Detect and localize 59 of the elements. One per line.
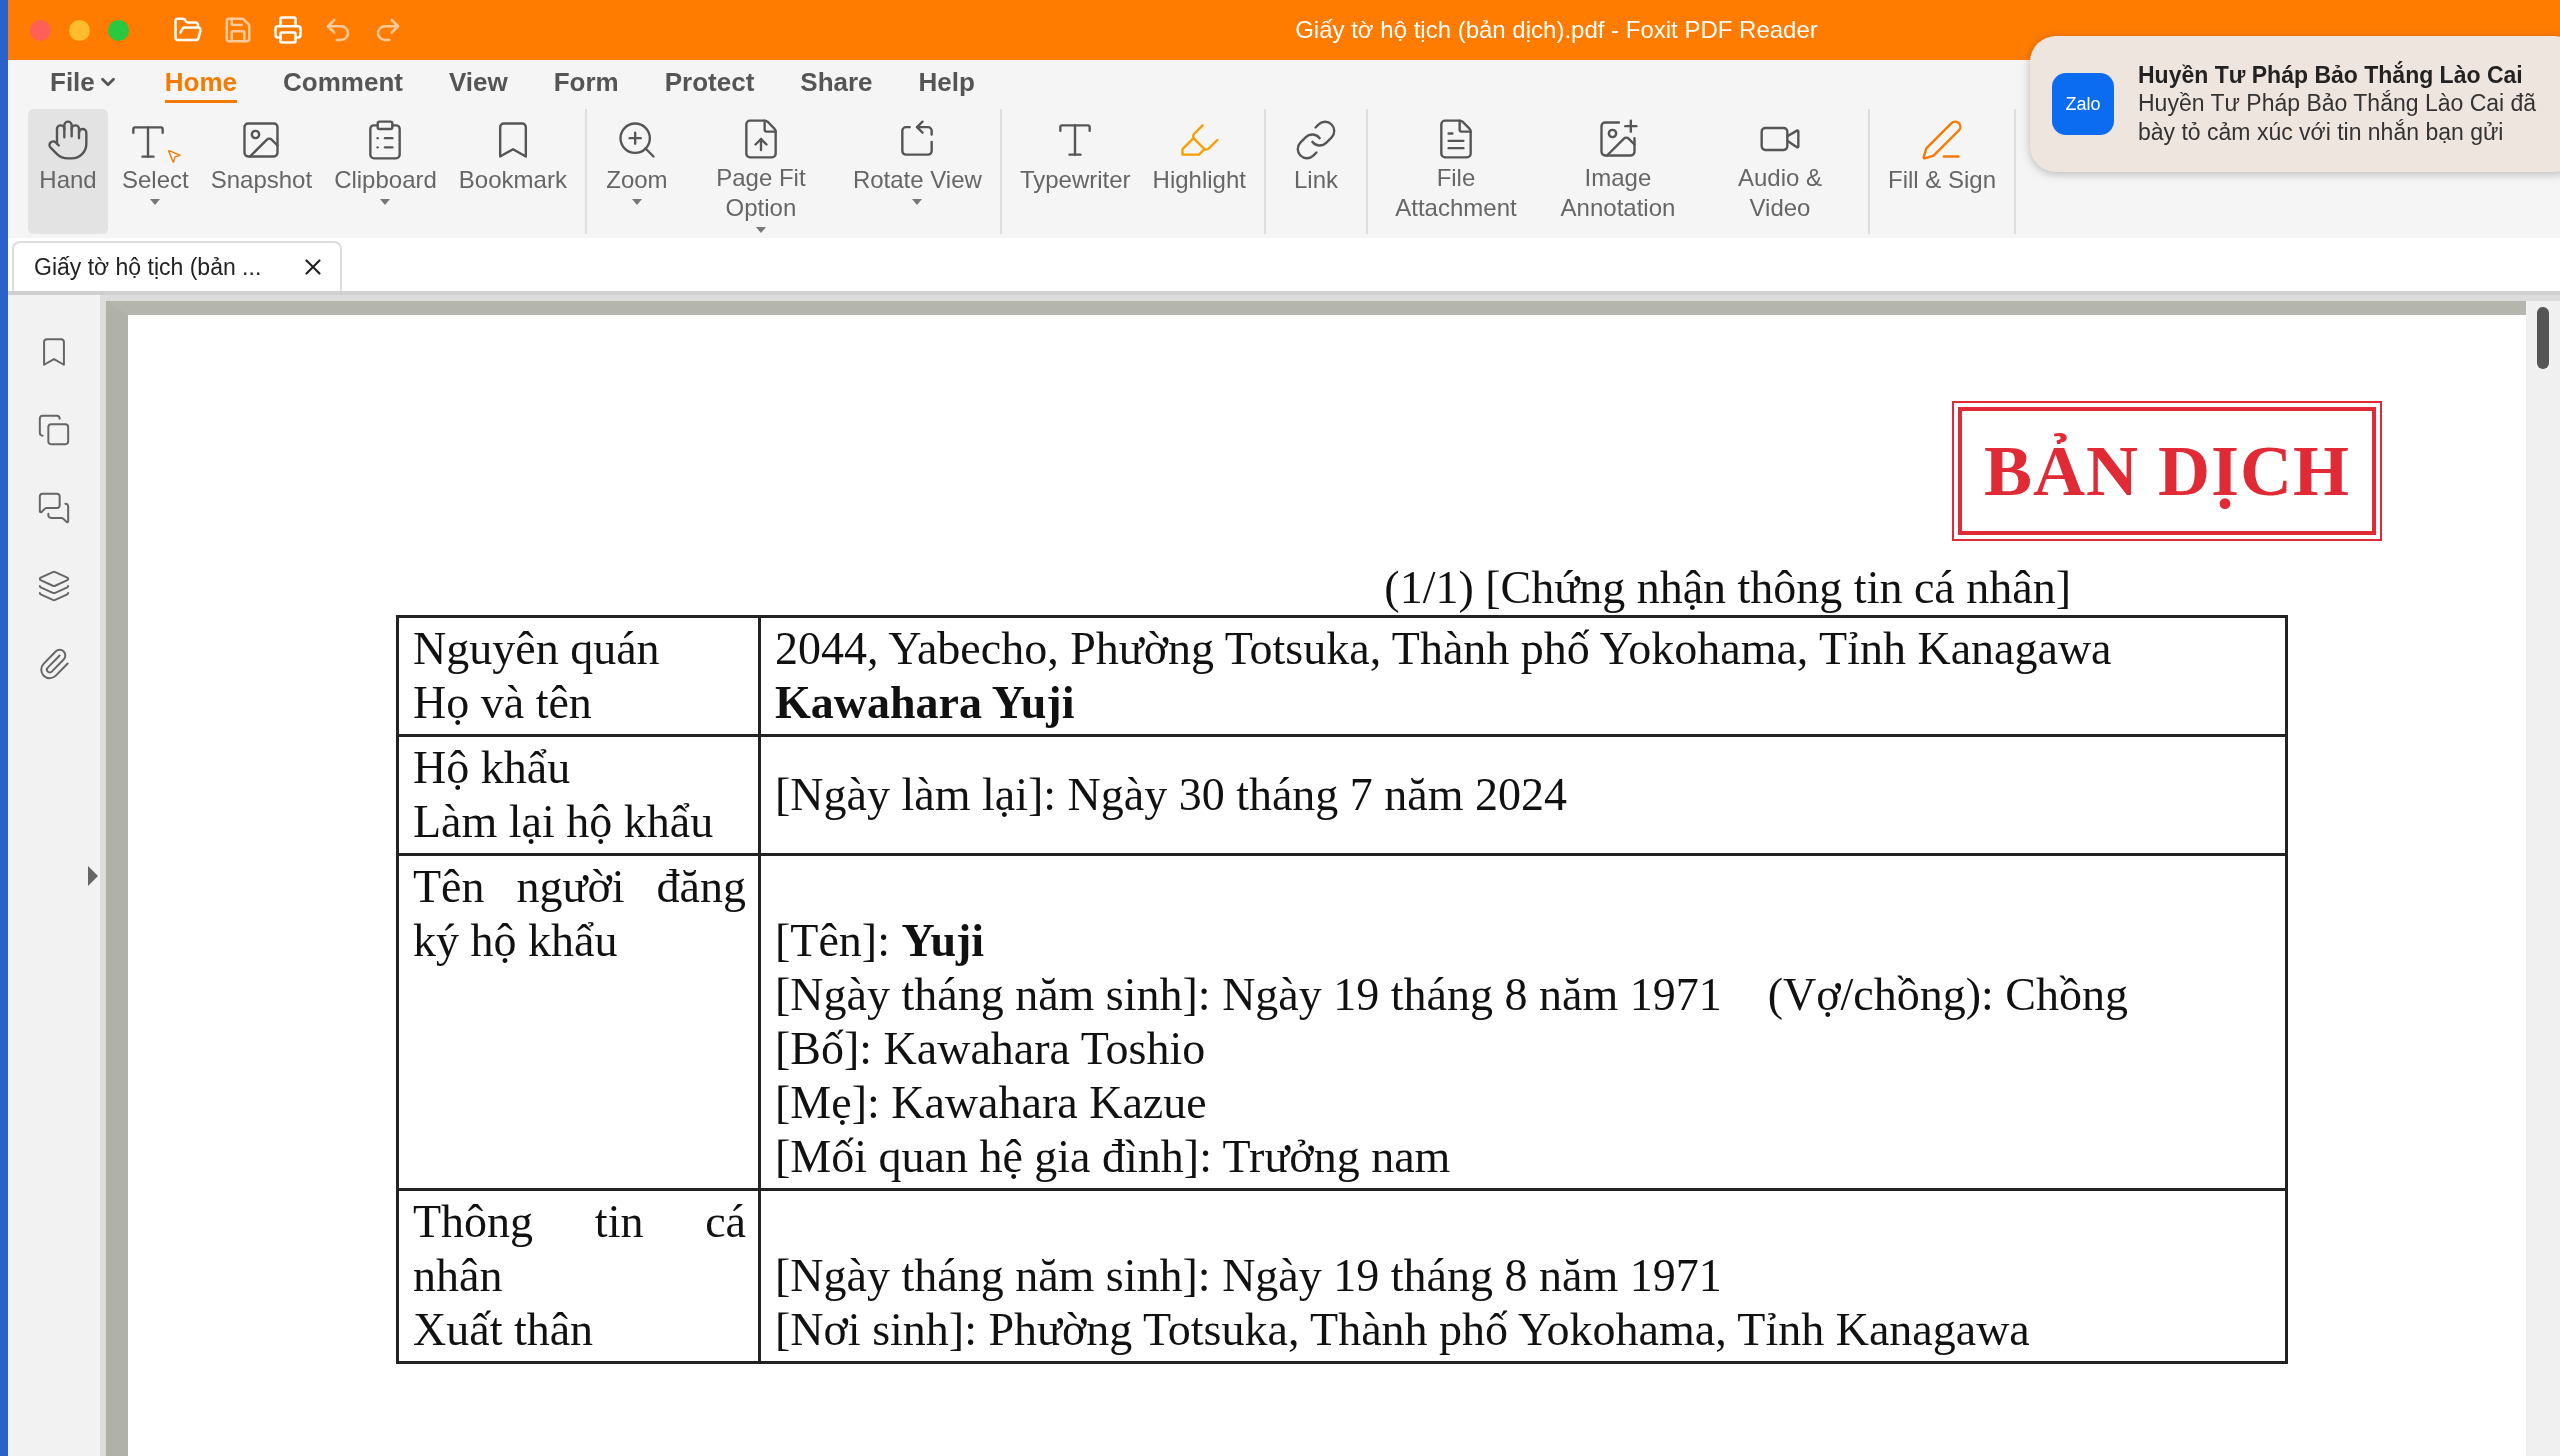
- cell-text: (Vợ/chồng): Chồng: [1767, 968, 2128, 1022]
- ribbon-tool-button[interactable]: Clipboard: [326, 109, 445, 234]
- menu-tab[interactable]: File: [50, 62, 119, 103]
- cell-text: Nguyên quán: [413, 622, 661, 676]
- cell-text: [Mẹ]: Kawahara Kazue: [775, 1076, 1207, 1130]
- minimize-window-icon[interactable]: [69, 19, 90, 41]
- ribbon-tool-button[interactable]: Page Fit Option: [682, 109, 839, 234]
- cell-text: [Mối quan hệ gia đình]: Trưởng nam: [775, 1130, 1451, 1184]
- ribbon-tool-button[interactable]: Link: [1275, 109, 1356, 234]
- cell-text: Xuất thân: [413, 1303, 595, 1357]
- menu-tab[interactable]: Share: [800, 62, 873, 103]
- ribbon-tool-button[interactable]: Fill & Sign: [1879, 109, 2004, 234]
- ribbon-tool-button[interactable]: Snapshot: [202, 109, 321, 234]
- paperclip-icon[interactable]: [37, 647, 71, 681]
- ribbon-tool-button[interactable]: Audio & Video: [1701, 109, 1858, 234]
- cell-text: Tên người đăng ký hộ khẩu: [413, 860, 746, 968]
- scroll-thumb[interactable]: [2537, 307, 2549, 369]
- ribbon-tool-button[interactable]: File Attachment: [1377, 109, 1534, 234]
- save-icon[interactable]: [223, 15, 253, 45]
- document-heading: (1/1) [Chứng nhận thông tin cá nhân]: [1383, 561, 2072, 615]
- cell-text: [Tên]: Yuji: [775, 914, 985, 968]
- ribbon-tool-button[interactable]: Rotate View: [844, 109, 990, 234]
- cell-text: Thông tin cá nhân: [413, 1195, 746, 1303]
- stamp-text: BẢN DỊCH: [1983, 431, 2350, 511]
- app-logo: Zalo: [2052, 73, 2114, 135]
- expand-arrow-icon[interactable]: [86, 865, 100, 887]
- menu-tab[interactable]: Protect: [664, 62, 755, 103]
- ribbon-tool-button[interactable]: Typewriter: [1011, 109, 1139, 234]
- ribbon-tool-button[interactable]: Highlight: [1144, 109, 1254, 234]
- cell-text: Họ và tên: [413, 676, 593, 730]
- ribbon-tool-button[interactable]: Image Annotation: [1539, 109, 1696, 234]
- menu-tab[interactable]: Form: [553, 62, 619, 103]
- cell-text: Kawahara Yuji: [775, 676, 1075, 730]
- ribbon-tool-button[interactable]: Hand: [28, 109, 108, 234]
- pages-icon[interactable]: [37, 413, 71, 447]
- cell-text: [Nơi sinh]: Phường Totsuka, Thành phố Yokohama, Tỉnh Kanagawa: [775, 1303, 2030, 1357]
- cell-text: 2044, Yabecho, Phường Totsuka, Thành phố Yokohama, Tỉnh Kanagawa: [775, 622, 2112, 676]
- cell-text: [Bố]: Kawahara Toshio: [775, 1022, 1206, 1076]
- ribbon-tool-button[interactable]: Select: [114, 109, 197, 234]
- layers-icon[interactable]: [37, 569, 71, 603]
- notification-title: Huyền Tư Pháp Bảo Thắng Lào Cai: [2138, 61, 2524, 89]
- window-title: Giấy tờ hộ tịch (bản dịch).pdf - Foxit PDF Reader: [1294, 16, 1819, 44]
- menu-tab[interactable]: Comment: [283, 62, 403, 103]
- comments-icon[interactable]: [37, 491, 71, 525]
- cell-text: Hộ khẩu: [413, 741, 572, 795]
- menu-tab[interactable]: Help: [918, 62, 975, 103]
- cell-text: Làm lại hộ khẩu: [413, 795, 715, 849]
- ribbon-tool-button[interactable]: Zoom: [596, 109, 677, 234]
- menu-tab[interactable]: View: [448, 62, 508, 103]
- scroll-bar[interactable]: [2526, 301, 2560, 1456]
- ribbon-tool-button[interactable]: Bookmark: [450, 109, 575, 234]
- tab-title: Giấy tờ hộ tịch (bản ...: [34, 253, 262, 281]
- notification-message: Huyền Tư Pháp Bảo Thắng Lào Cai đã bày tỏ cảm xúc với tin nhắn bạn gửi: [2138, 88, 2538, 147]
- printer-icon[interactable]: [273, 15, 303, 45]
- document-tab[interactable]: Giấy tờ hộ tịch (bản ...: [12, 241, 342, 291]
- notification-toast[interactable]: Zalo Huyền Tư Pháp Bảo Thắng Lào Cai Huyền Tư Pháp Bảo Thắng Lào Cai đã bày tỏ cảm xúc với tin nhắn bạn gửi: [2030, 36, 2560, 172]
- cell-text: [Ngày tháng năm sinh]: Ngày 19 tháng 8 năm 1971: [775, 1249, 1722, 1303]
- cell-text: [Ngày làm lại]: Ngày 30 tháng 7 năm 2024: [775, 768, 1568, 822]
- cell-text: [Ngày tháng năm sinh]: Ngày 19 tháng 8 năm 1971: [775, 968, 1722, 1022]
